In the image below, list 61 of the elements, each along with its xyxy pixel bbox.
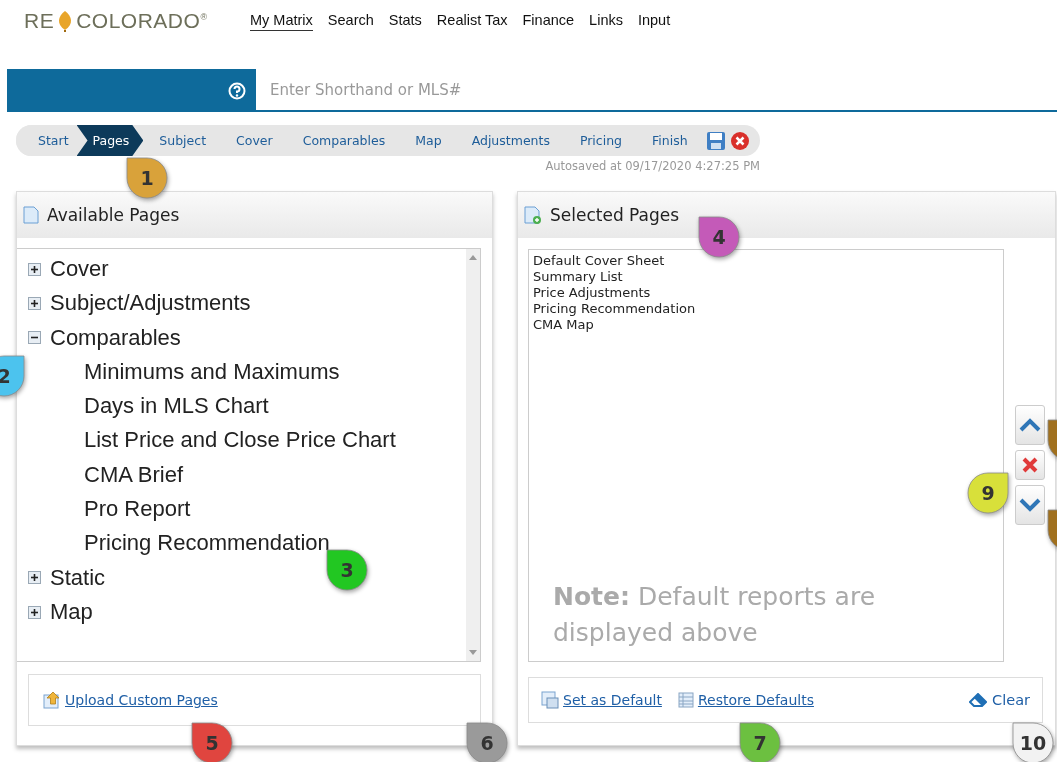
close-icon <box>1022 457 1038 473</box>
callout-marker: 10 <box>1011 721 1055 762</box>
upload-link[interactable]: Upload Custom Pages <box>65 692 218 708</box>
nav-link[interactable]: Search <box>327 11 374 31</box>
nav-link[interactable]: Links <box>589 11 623 31</box>
tree-item[interactable]: Days in MLS Chart <box>28 389 466 424</box>
list-item[interactable]: Price Adjustments <box>533 285 999 301</box>
eraser-icon <box>969 693 988 707</box>
callout-marker: 7 <box>738 721 782 762</box>
expand-icon[interactable] <box>28 262 41 276</box>
clear-link[interactable]: Clear <box>969 692 1042 708</box>
nav-link[interactable]: My Matrix <box>250 11 313 31</box>
tree-item[interactable]: Pro Report <box>28 492 466 527</box>
list-item[interactable]: Summary List <box>533 269 999 285</box>
set-default-link[interactable]: Set as Default <box>563 692 662 708</box>
move-up-button[interactable] <box>1015 405 1045 445</box>
tree-item[interactable]: Static <box>50 564 106 591</box>
upload-icon <box>43 691 61 709</box>
tree-item[interactable]: Comparables <box>50 324 181 351</box>
nav-link[interactable]: Realist Tax <box>436 11 508 31</box>
tree-item[interactable]: Cover <box>50 256 109 283</box>
page-add-icon <box>524 206 542 224</box>
move-down-button[interactable] <box>1015 485 1045 525</box>
nav-link[interactable]: Stats <box>388 11 422 31</box>
expand-icon[interactable] <box>28 296 41 310</box>
scroll-up-icon[interactable] <box>469 255 477 260</box>
callout-marker: 6 <box>465 721 509 762</box>
remove-button[interactable] <box>1015 450 1045 480</box>
callout-marker: 5 <box>190 721 234 762</box>
scroll-down-icon[interactable] <box>469 650 477 655</box>
logo-text: COLORADO$^{®}$ <box>76 9 208 33</box>
autosave-text: Autosaved at 09/17/2020 4:27:25 PM <box>544 159 760 173</box>
table-icon <box>677 692 694 708</box>
restore-defaults-link[interactable]: Restore Defaults <box>697 692 814 708</box>
tree-item[interactable]: List Price and Close Price Chart <box>28 423 466 458</box>
list-item[interactable]: Pricing Recommendation <box>533 301 999 317</box>
close-icon[interactable] <box>729 130 750 151</box>
nav-link[interactable]: Input <box>637 11 671 31</box>
chevron-down-icon <box>1019 498 1041 512</box>
collapse-icon[interactable] <box>28 331 41 345</box>
wizard-step[interactable]: Pages <box>76 125 144 156</box>
panel-title: Selected Pages <box>550 205 680 225</box>
tree-item[interactable]: CMA Brief <box>28 457 466 493</box>
logo-text: RE <box>24 9 55 33</box>
tree-item[interactable]: Subject/Adjustments <box>50 290 251 317</box>
page-icon <box>23 206 39 224</box>
panel-title: Available Pages <box>47 205 180 225</box>
save-default-icon <box>541 691 559 709</box>
tree-item[interactable]: Map <box>50 599 93 626</box>
note-text: Note: Default reports are displayed above <box>552 581 876 649</box>
callout-marker: 9 <box>966 471 1010 515</box>
expand-icon[interactable] <box>28 571 41 585</box>
expand-icon[interactable] <box>28 605 41 619</box>
help-icon[interactable] <box>228 81 246 100</box>
save-icon[interactable] <box>705 130 726 151</box>
tree-item[interactable]: Minimums and Maximums <box>28 354 466 390</box>
search-field[interactable]: Enter Shorthand or MLS# <box>256 69 1057 110</box>
list-item[interactable]: CMA Map <box>533 317 999 333</box>
chevron-up-icon <box>1019 418 1041 432</box>
callout-marker: 1 <box>125 156 169 200</box>
nav-link[interactable]: Finance <box>522 11 575 31</box>
